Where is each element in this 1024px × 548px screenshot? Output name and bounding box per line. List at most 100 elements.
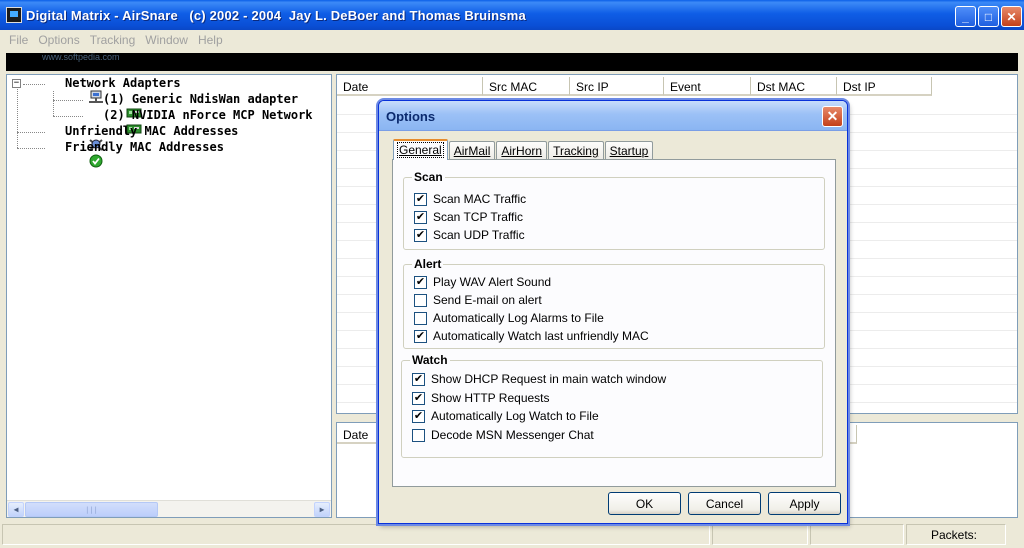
tree-node-label: (1) Generic NdisWan adapter <box>103 92 299 106</box>
checkbox-label: Show DHCP Request in main watch window <box>431 372 667 386</box>
group-title: Scan <box>412 170 445 184</box>
column-src-ip[interactable]: Src IP <box>570 77 664 96</box>
watch-unfriendly-mac-checkbox[interactable]: ✔ Automatically Watch last unfriendly MA… <box>414 329 649 343</box>
dialog-title: Options <box>379 101 847 131</box>
checkbox-label: Scan UDP Traffic <box>433 228 525 242</box>
ok-button[interactable]: OK <box>608 492 681 515</box>
menu-options[interactable]: Options <box>33 33 84 47</box>
cancel-button[interactable]: Cancel <box>688 492 761 515</box>
tree-node-unfriendly-mac[interactable]: Unfriendly MAC Addresses <box>45 124 239 151</box>
packets-counter: Packets: <box>906 524 1006 545</box>
scroll-left-button[interactable]: ◀ <box>8 502 24 517</box>
tree-node-adapter-2[interactable]: (2) NVIDIA nForce MCP Network <box>83 108 313 134</box>
tree-connector <box>17 148 45 149</box>
collapse-toggle[interactable]: − <box>12 79 21 88</box>
apply-button[interactable]: Apply <box>768 492 841 515</box>
tree-connector <box>17 89 18 148</box>
column-dst-mac[interactable]: Dst MAC <box>751 77 837 96</box>
checkbox-label: Automatically Log Alarms to File <box>433 311 604 325</box>
menu-tracking[interactable]: Tracking <box>85 33 141 47</box>
menu-help[interactable]: Help <box>193 33 228 47</box>
group-title: Watch <box>410 353 450 367</box>
menu-window[interactable]: Window <box>140 33 193 47</box>
show-http-requests-checkbox[interactable]: ✔ Show HTTP Requests <box>412 391 550 405</box>
checkbox-label: Automatically Watch last unfriendly MAC <box>433 329 649 343</box>
scan-group: Scan ✔ Scan MAC Traffic ✔ Scan TCP Traff… <box>403 170 825 250</box>
checkbox-box: ✔ <box>412 409 425 423</box>
scan-udp-traffic-checkbox[interactable]: ✔ Scan UDP Traffic <box>414 228 525 242</box>
log-watch-checkbox[interactable]: ✔ Automatically Log Watch to File <box>412 409 599 423</box>
checkbox-box <box>414 311 427 325</box>
status-panel <box>2 524 710 545</box>
scan-tcp-traffic-checkbox[interactable]: ✔ Scan TCP Traffic <box>414 210 523 224</box>
status-panel <box>810 524 904 545</box>
network-card-icon <box>83 92 142 118</box>
close-button[interactable]: ✕ <box>1001 6 1022 27</box>
checkbox-box: ✔ <box>412 391 425 405</box>
checkbox-box: ✔ <box>414 210 427 224</box>
tree-node-label: (2) NVIDIA nForce MCP Network <box>103 108 313 122</box>
show-dhcp-request-checkbox[interactable]: ✔ Show DHCP Request in main watch window <box>412 372 666 386</box>
checkbox-label: Send E-mail on alert <box>433 293 542 307</box>
checkbox-label: Automatically Log Watch to File <box>431 409 599 423</box>
menu-file[interactable]: File <box>4 33 33 47</box>
checkbox-label: Play WAV Alert Sound <box>433 275 552 289</box>
scroll-right-button[interactable]: ▶ <box>314 502 330 517</box>
column-dst-ip[interactable]: Dst IP <box>837 77 932 96</box>
menu-bar: File Options Tracking Window Help <box>0 30 1024 50</box>
scan-mac-traffic-checkbox[interactable]: ✔ Scan MAC Traffic <box>414 192 526 206</box>
toolbar-strip <box>6 53 1018 71</box>
checkbox-box <box>414 293 427 307</box>
network-icon <box>45 76 104 103</box>
checkbox-label: Scan TCP Traffic <box>433 210 524 224</box>
tab-startup[interactable]: Startup <box>604 141 654 160</box>
watch-group: Watch ✔ Show DHCP Request in main watch … <box>401 353 823 458</box>
check-circle-icon <box>45 140 103 168</box>
checkbox-label: Decode MSN Messenger Chat <box>431 428 594 442</box>
decode-msn-chat-checkbox[interactable]: Decode MSN Messenger Chat <box>412 428 594 442</box>
group-title: Alert <box>412 257 444 271</box>
options-dialog: Options ✕ General AirMail AirHorn Tracki… <box>378 100 848 524</box>
column-date[interactable]: Date <box>337 77 483 96</box>
checkbox-box <box>412 428 425 442</box>
checkbox-box: ✔ <box>414 192 427 206</box>
adapter-tree[interactable]: − Network Adapters (1) Generic NdisWan a… <box>6 74 332 518</box>
status-panel <box>712 524 808 545</box>
status-bar: Packets: <box>0 521 1024 548</box>
send-email-alert-checkbox[interactable]: Send E-mail on alert <box>414 293 542 307</box>
watermark: www.softpedia.com <box>42 52 120 62</box>
tree-node-network-adapters[interactable]: Network Adapters <box>45 76 181 103</box>
minimize-button[interactable]: _ <box>955 6 976 27</box>
tree-node-label: Network Adapters <box>65 76 181 90</box>
app-icon <box>6 7 22 23</box>
tree-node-friendly-mac[interactable]: Friendly MAC Addresses <box>45 140 224 168</box>
tree-connector <box>17 132 45 133</box>
window-controls: _ □ ✕ <box>955 6 1022 27</box>
checkbox-box: ✔ <box>414 329 427 343</box>
list-header: Date Src MAC Src IP Event Dst MAC Dst IP <box>337 77 932 96</box>
scroll-thumb[interactable]: ||| <box>25 502 158 517</box>
checkbox-box: ✔ <box>414 275 427 289</box>
play-wav-alert-checkbox[interactable]: ✔ Play WAV Alert Sound <box>414 275 551 289</box>
tab-airhorn[interactable]: AirHorn <box>496 141 548 160</box>
tree-node-adapter-1[interactable]: (1) Generic NdisWan adapter <box>83 92 299 118</box>
dialog-close-button[interactable]: ✕ <box>822 106 843 127</box>
checkbox-label: Scan MAC Traffic <box>433 192 527 206</box>
log-alarms-checkbox[interactable]: Automatically Log Alarms to File <box>414 311 604 325</box>
tab-tracking[interactable]: Tracking <box>548 141 604 160</box>
tree-connector <box>23 84 45 85</box>
column-src-mac[interactable]: Src MAC <box>483 77 570 96</box>
network-card-icon <box>83 108 142 134</box>
checkbox-box: ✔ <box>414 228 427 242</box>
tab-general[interactable]: General <box>393 139 448 160</box>
maximize-button[interactable]: □ <box>978 6 999 27</box>
checkbox-label: Show HTTP Requests <box>431 391 550 405</box>
tab-airmail[interactable]: AirMail <box>448 141 496 160</box>
tree-node-label: Unfriendly MAC Addresses <box>65 124 239 138</box>
tree-horizontal-scrollbar[interactable]: ◀ ||| ▶ <box>7 500 331 517</box>
skull-crossbones-icon <box>45 124 103 151</box>
column-event[interactable]: Event <box>664 77 751 96</box>
checkbox-box: ✔ <box>412 372 425 386</box>
title-bar: Digital Matrix - AirSnare (c) 2002 - 200… <box>0 0 1024 30</box>
tree-node-label: Friendly MAC Addresses <box>65 140 224 154</box>
